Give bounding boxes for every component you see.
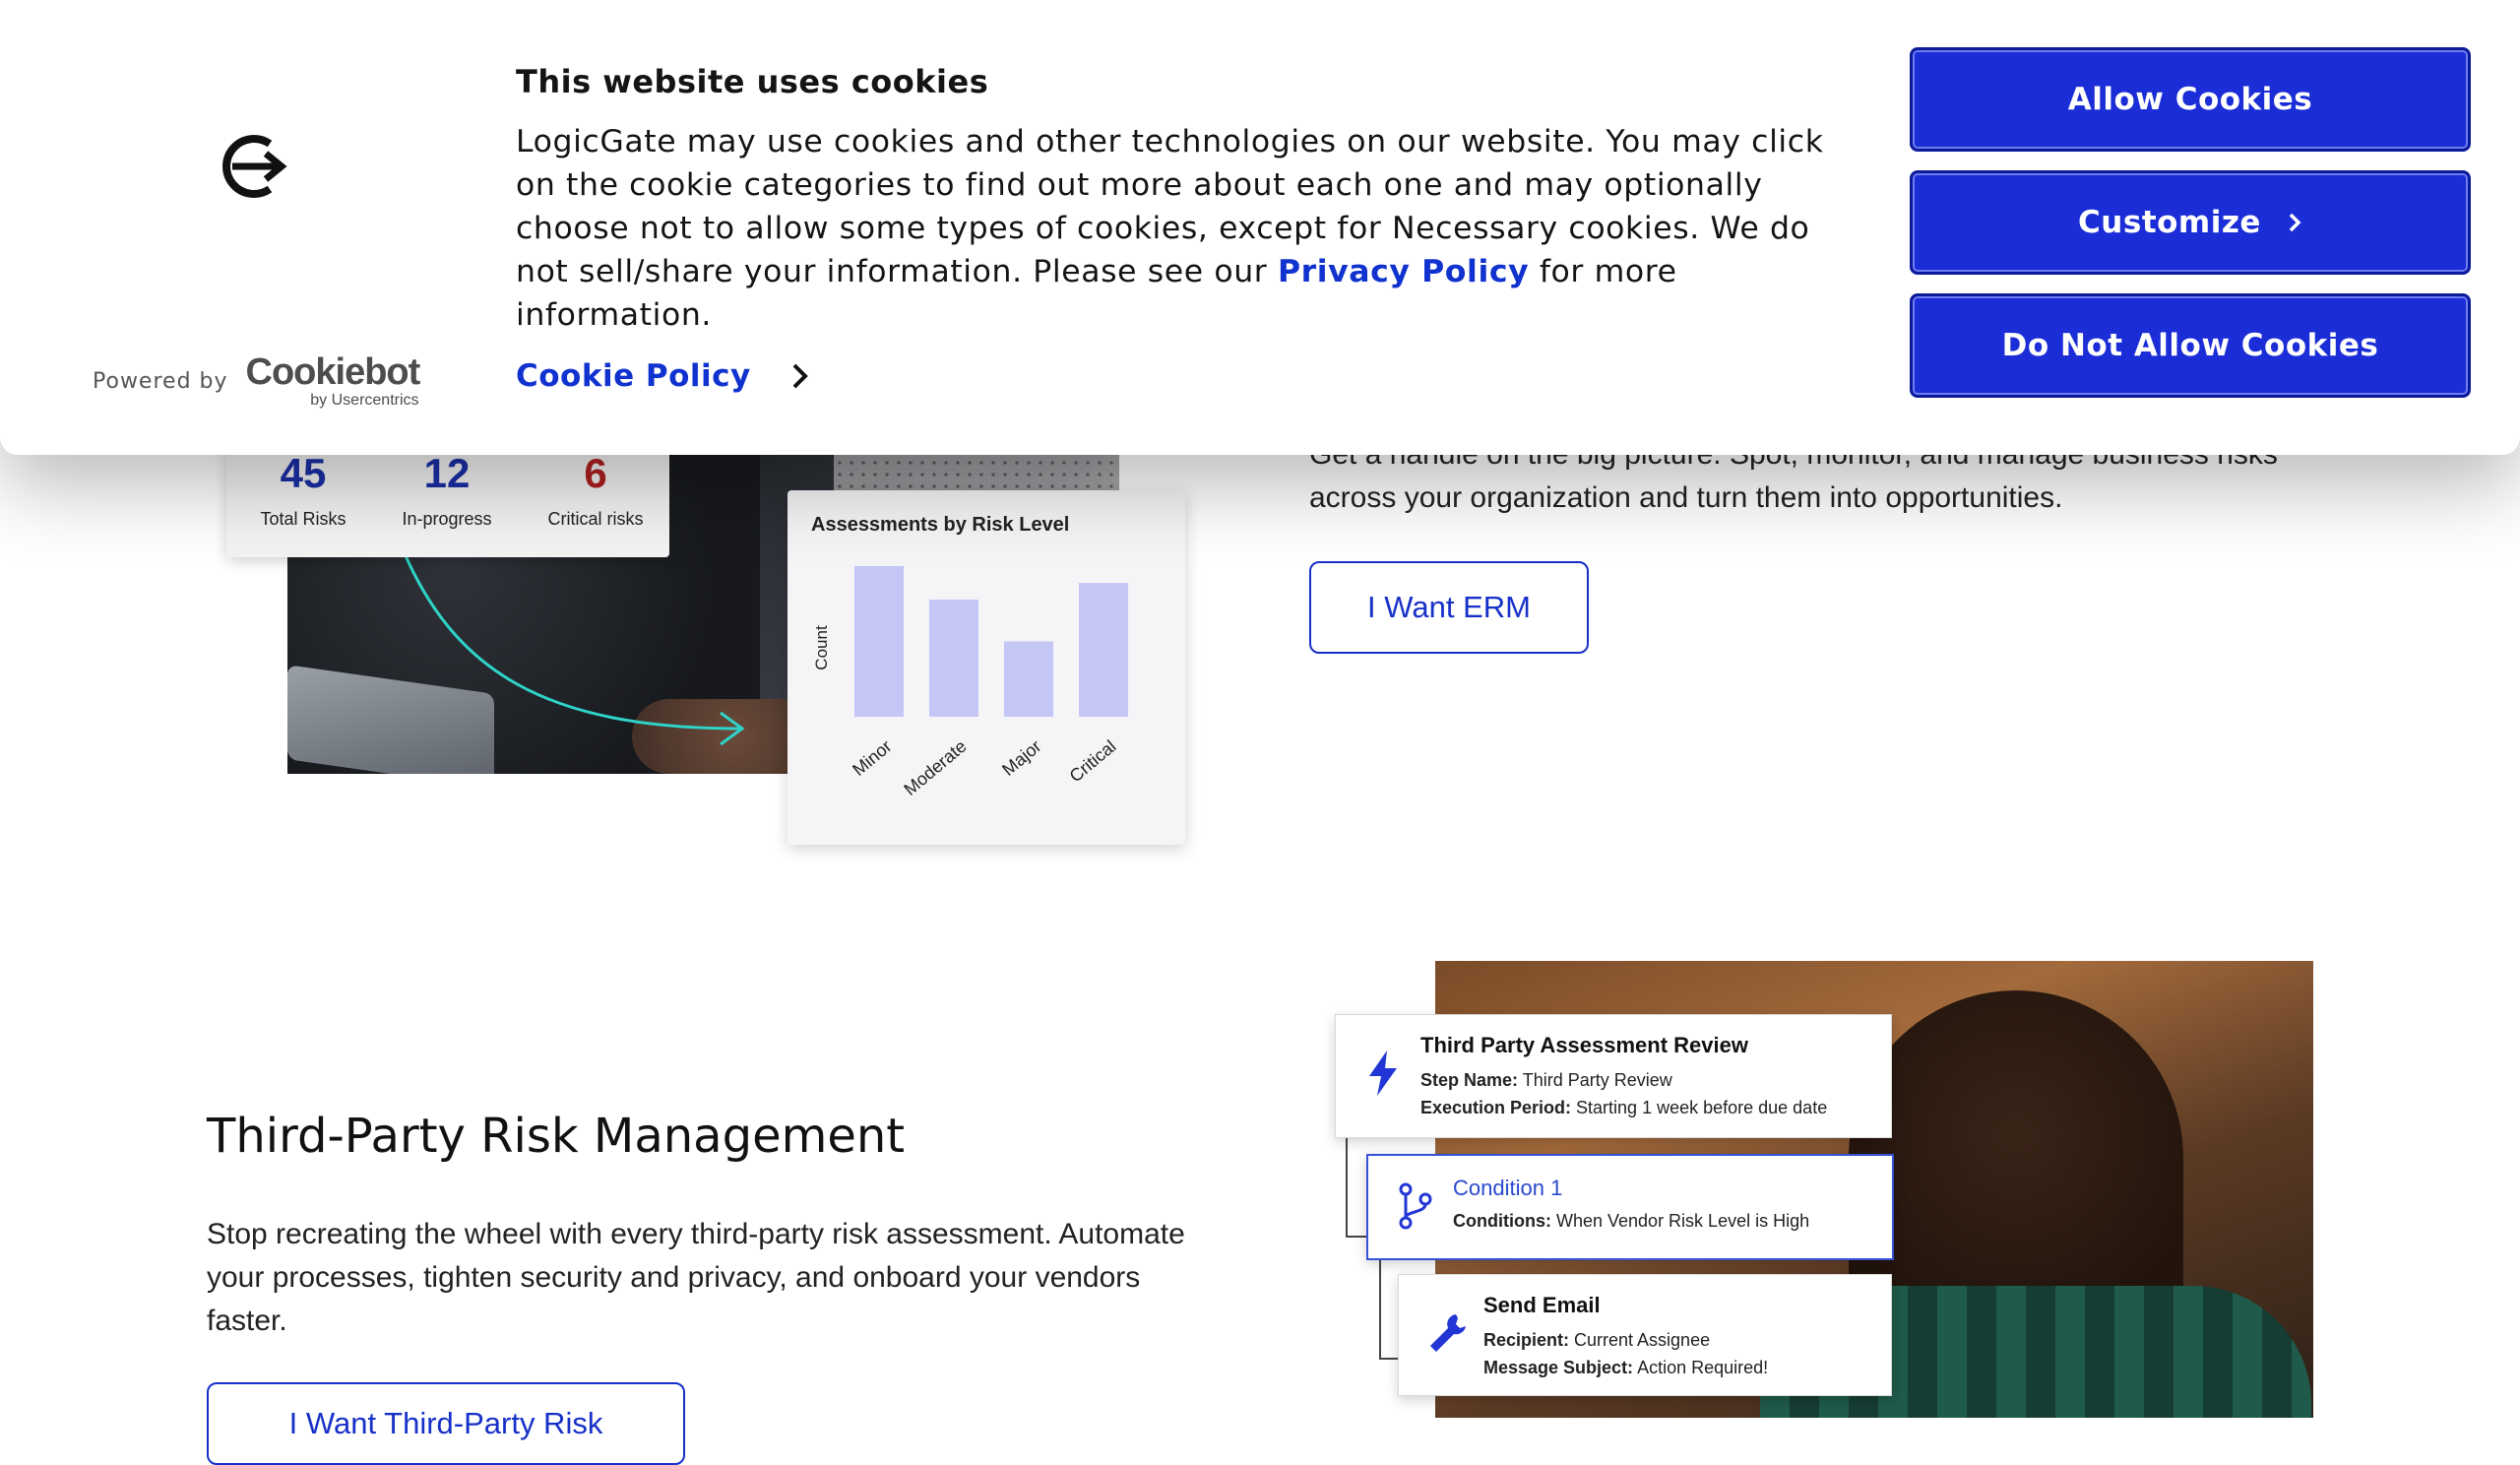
y-axis-label: Count [812, 625, 831, 670]
do-not-allow-cookies-button[interactable]: Do Not Allow Cookies [1910, 293, 2471, 398]
cookie-policy-link[interactable]: Cookie Policy [516, 358, 810, 394]
powered-by-cookiebot[interactable]: Powered by Cookiebot by Usercentrics [93, 351, 421, 410]
x-tick-label: Major [998, 736, 1044, 780]
workflow-condition-card: Condition 1 Conditions: When Vendor Risk… [1366, 1154, 1894, 1260]
stat-value: 12 [423, 450, 471, 496]
workflow-step-detail: Recipient: Current Assignee [1483, 1330, 1711, 1350]
wrench-icon [1430, 1314, 1466, 1352]
x-tick-label: Critical [1066, 736, 1120, 787]
cookie-policy-label: Cookie Policy [516, 358, 751, 394]
workflow-step-detail: Message Subject: Action Required! [1483, 1358, 1769, 1377]
workflow-step-title: Send Email [1483, 1293, 1601, 1317]
allow-cookies-label: Allow Cookies [2067, 82, 2313, 117]
tprm-heading: Third-Party Risk Management [207, 1109, 906, 1164]
chevron-right-icon [792, 363, 808, 389]
risk-level-chart-card: Assessments by Risk Level Count Minor Mode… [788, 490, 1185, 845]
stat-label: Total Risks [260, 509, 346, 529]
bar-critical [1079, 583, 1128, 717]
stat-total-risks: 45 Total Risks [234, 448, 372, 530]
workflow-step-title: Third Party Assessment Review [1420, 1033, 1748, 1057]
bar-minor [854, 566, 904, 717]
risk-level-bar-chart: Count Minor Moderate Major Critical [812, 566, 1128, 799]
cookie-consent-banner: This website uses cookies LogicGate may … [0, 0, 2520, 455]
stat-label: Critical risks [547, 509, 644, 529]
customize-label: Customize [2078, 205, 2261, 240]
x-tick-label: Minor [849, 736, 895, 780]
stat-label: In-progress [402, 509, 492, 529]
bar-major [1004, 641, 1053, 717]
workflow-step-detail: Execution Period: Starting 1 week before… [1420, 1098, 1828, 1117]
powered-by-label: Powered by [93, 368, 228, 394]
lightning-icon [1369, 1051, 1397, 1096]
bar-moderate [929, 600, 978, 717]
x-tick-label: Moderate [900, 736, 970, 799]
privacy-policy-link[interactable]: Privacy Policy [1278, 254, 1529, 289]
chevron-right-icon [2289, 213, 2301, 232]
stat-in-progress: 12 In-progress [378, 448, 516, 530]
i-want-third-party-risk-button[interactable]: I Want Third-Party Risk [207, 1382, 685, 1465]
cookie-banner-text: LogicGate may use cookies and other tech… [516, 124, 1824, 333]
workflow-step-title: Condition 1 [1453, 1176, 1563, 1200]
workflow-step-detail: Conditions: When Vendor Risk Level is Hi… [1453, 1211, 1810, 1231]
workflow-send-email-card: Send Email Recipient: Current Assignee M… [1398, 1274, 1892, 1396]
stat-value: 45 [280, 450, 327, 496]
stat-value: 6 [584, 450, 607, 496]
i-want-erm-button[interactable]: I Want ERM [1309, 561, 1589, 654]
workflow-step-detail: Step Name: Third Party Review [1420, 1070, 1672, 1090]
do-not-allow-label: Do Not Allow Cookies [2001, 328, 2379, 363]
cookiebot-logo: Cookiebot by Usercentrics [245, 351, 421, 409]
cookie-banner-title: This website uses cookies [516, 63, 989, 100]
allow-cookies-button[interactable]: Allow Cookies [1910, 47, 2471, 152]
tprm-description: Stop recreating the wheel with every thi… [207, 1218, 1185, 1337]
workflow-step-assessment-review: Third Party Assessment Review Step Name:… [1335, 1014, 1892, 1138]
logicgate-logo-icon [222, 135, 287, 198]
branch-icon [1399, 1182, 1432, 1230]
stat-critical-risks: 6 Critical risks [522, 448, 669, 530]
customize-button[interactable]: Customize [1910, 170, 2471, 275]
